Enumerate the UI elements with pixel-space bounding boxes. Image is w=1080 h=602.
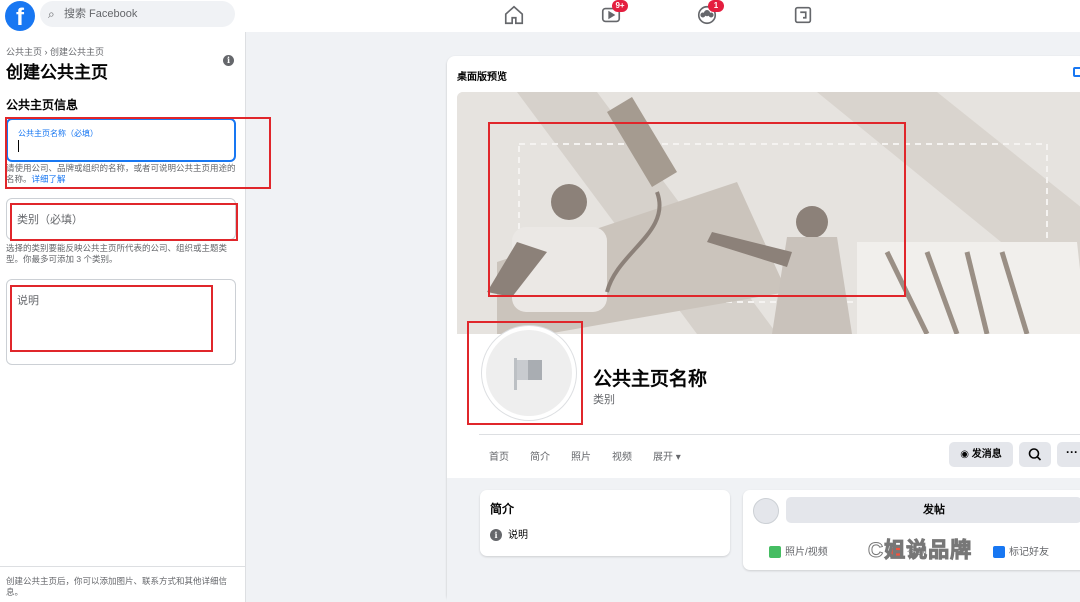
page-title: 创建公共主页 [6, 63, 108, 82]
tab-home[interactable]: 首页 [489, 448, 509, 463]
divider [479, 434, 1080, 435]
intro-title: 简介 [490, 502, 515, 516]
facebook-logo-icon[interactable]: f [5, 1, 35, 31]
send-message-label: 发消息 [971, 449, 1002, 460]
tag-friends-label: 标记好友 [1009, 547, 1049, 558]
desktop-monitor-icon[interactable] [1073, 67, 1080, 77]
watermark: C姐说品牌 [867, 539, 973, 563]
search-icon [1028, 448, 1042, 461]
home-icon[interactable] [503, 4, 525, 26]
create-post-button[interactable]: 发帖 [786, 497, 1080, 523]
send-message-button[interactable]: ◉ 发消息 [949, 442, 1013, 467]
intro-description: 说明 [508, 530, 528, 541]
top-navigation-bar: f ⌕ 搜索 Facebook 9+ 1 [0, 0, 1080, 32]
intro-card: 简介 i 说明 [480, 490, 730, 556]
search-input[interactable]: ⌕ 搜索 Facebook [40, 1, 235, 27]
annotation-box-page-name [5, 117, 271, 189]
search-icon: ⌕ [48, 7, 55, 21]
divider [0, 566, 246, 567]
tag-icon [993, 546, 1005, 559]
preview-page-name: 公共主页名称 [593, 369, 708, 390]
section-title: 公共主页信息 [6, 98, 79, 112]
page-tabs: 首页 简介 照片 视频 展开 ▾ [489, 448, 702, 463]
messenger-icon: ◉ [960, 449, 972, 460]
watch-icon[interactable]: 9+ [600, 0, 628, 26]
tab-videos[interactable]: 视频 [612, 448, 632, 463]
annotation-box-cover [488, 122, 906, 297]
tab-more[interactable]: 展开 ▾ [653, 448, 681, 463]
page-search-button[interactable] [1019, 442, 1051, 467]
photo-video-option[interactable]: 照片/视频 [769, 543, 828, 559]
gaming-icon[interactable] [792, 4, 814, 26]
groups-badge: 1 [708, 0, 724, 12]
info-icon[interactable]: i [223, 55, 234, 66]
annotation-box-description [10, 285, 213, 352]
category-help: 选择的类别要能反映公共主页所代表的公司、组织或主题类型。你最多可添加 3 个类别… [6, 243, 228, 264]
intro-description-row: i 说明 [490, 526, 528, 542]
more-options-button[interactable]: ··· [1057, 442, 1080, 467]
search-placeholder: 搜索 Facebook [64, 8, 138, 20]
tab-about[interactable]: 简介 [530, 448, 550, 463]
tab-photos[interactable]: 照片 [571, 448, 591, 463]
avatar [753, 498, 779, 524]
annotation-box-profile-picture [467, 321, 583, 425]
bottom-note: 创建公共主页后，你可以添加图片、联系方式和其他详细信息。 [6, 576, 228, 597]
annotation-box-category [10, 203, 238, 241]
groups-icon[interactable]: 1 [696, 0, 724, 26]
breadcrumb[interactable]: 公共主页 › 创建公共主页 [6, 45, 104, 58]
tag-friends-option[interactable]: 标记好友 [993, 543, 1049, 559]
watch-badge: 9+ [612, 0, 628, 12]
photo-video-label: 照片/视频 [785, 547, 828, 558]
preview-page-category: 类别 [593, 394, 615, 406]
info-icon: i [490, 529, 502, 542]
photo-icon [769, 546, 781, 559]
preview-title: 桌面版预览 [457, 72, 507, 83]
